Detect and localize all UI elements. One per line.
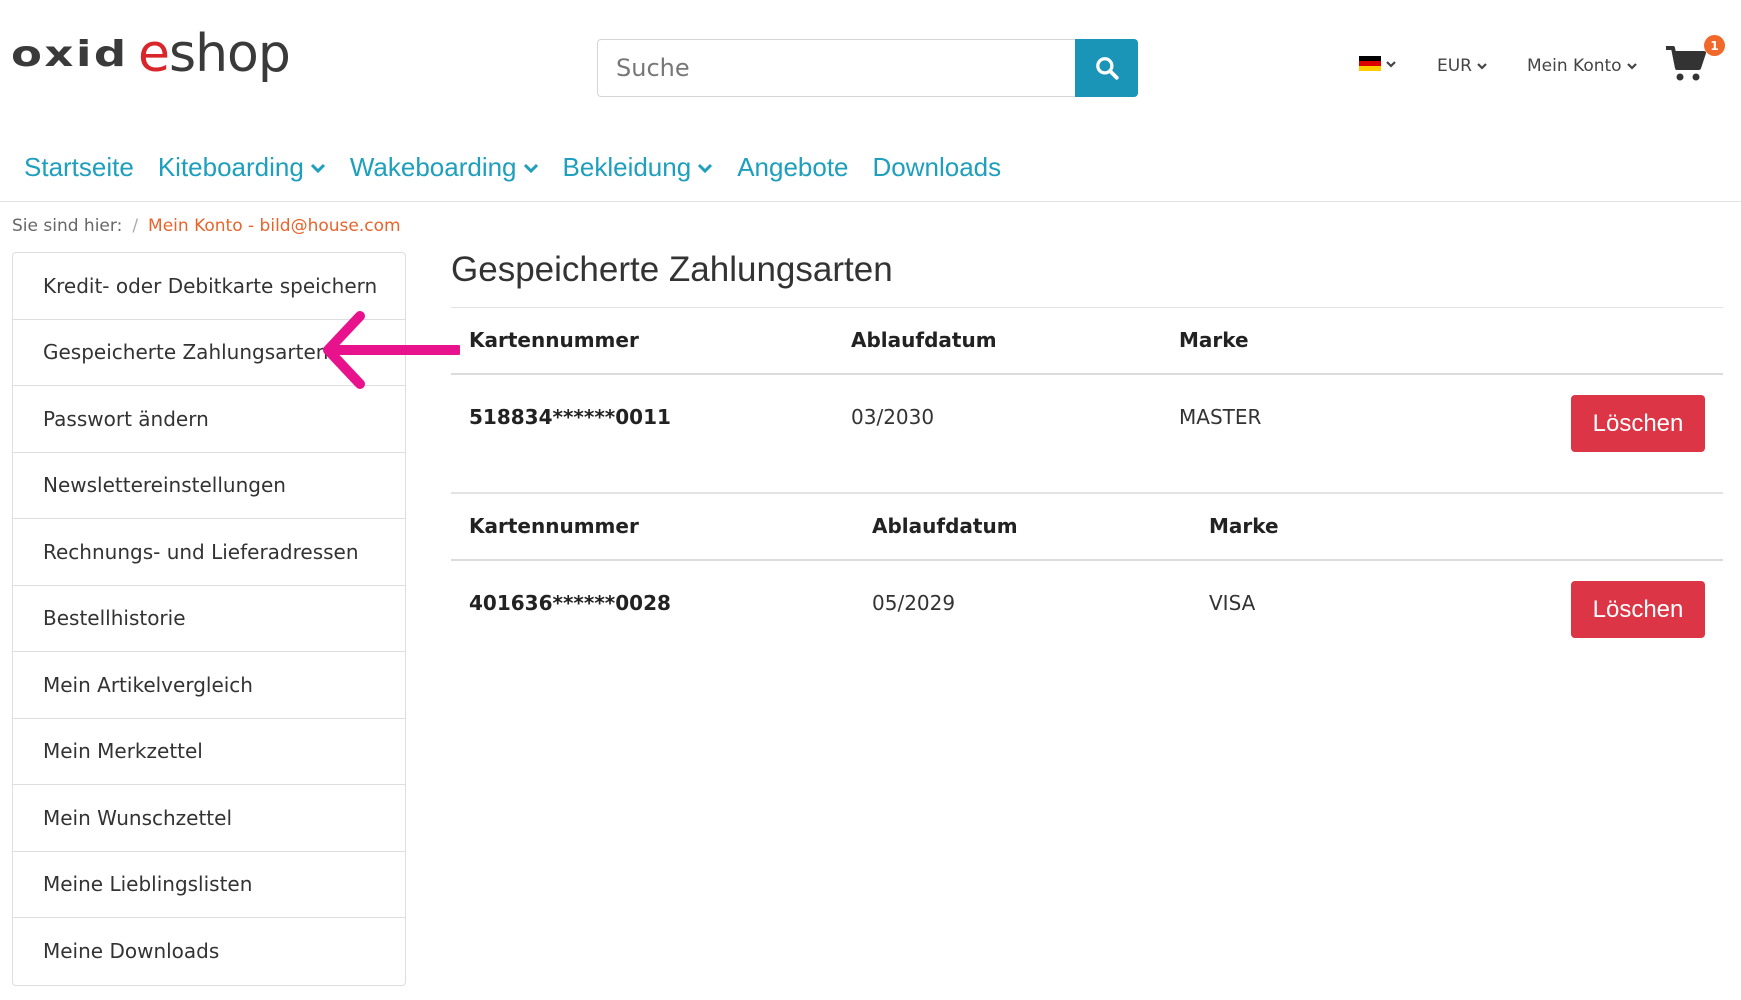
currency-selector[interactable]: EUR xyxy=(1437,56,1488,76)
sidebar-item-notice-list[interactable]: Mein Merkzettel xyxy=(13,719,405,785)
card-expiry: 05/2029 xyxy=(872,591,956,615)
chevron-down-icon xyxy=(698,163,713,173)
breadcrumb-separator: / xyxy=(132,216,139,236)
card-brand: VISA xyxy=(1209,591,1256,615)
logo-eshop-text: eshop xyxy=(138,24,291,84)
chevron-down-icon xyxy=(1626,63,1637,70)
column-header-brand: Marke xyxy=(1209,514,1279,538)
card-brand: MASTER xyxy=(1179,405,1262,429)
column-header-expiry: Ablaufdatum xyxy=(872,514,1018,538)
nav-item-label: Angebote xyxy=(737,152,849,182)
delete-card-button[interactable]: Löschen xyxy=(1571,581,1705,638)
chevron-down-icon xyxy=(1386,60,1396,68)
table-row: 401636******0028 05/2029 VISA Löschen xyxy=(451,561,1723,679)
nav-item-bekleidung[interactable]: Bekleidung xyxy=(563,152,714,183)
delete-card-button[interactable]: Löschen xyxy=(1571,395,1705,452)
card-expiry: 03/2030 xyxy=(851,405,935,429)
account-menu[interactable]: Mein Konto xyxy=(1527,56,1638,76)
table-header-row: Kartennummer Ablaufdatum Marke xyxy=(451,307,1723,375)
nav-item-label: Startseite xyxy=(24,152,134,182)
column-header-card-number: Kartennummer xyxy=(469,514,639,538)
sidebar-item-addresses[interactable]: Rechnungs- und Lieferadressen xyxy=(13,519,405,586)
annotation-arrow-icon xyxy=(323,311,460,389)
search-input[interactable] xyxy=(597,39,1075,97)
nav-item-label: Bekleidung xyxy=(562,152,692,182)
breadcrumb-label: Sie sind hier: xyxy=(12,216,123,236)
search-icon xyxy=(1095,57,1119,80)
nav-item-startseite[interactable]: Startseite xyxy=(24,152,134,183)
sidebar-item-order-history[interactable]: Bestellhistorie xyxy=(13,586,405,652)
card-number: 518834******0011 xyxy=(469,405,671,429)
breadcrumb: Sie sind hier: / Mein Konto - bild@house… xyxy=(12,216,401,236)
language-selector[interactable] xyxy=(1359,56,1397,71)
main-nav: Startseite Kiteboarding Wakeboarding Bek… xyxy=(24,152,1001,183)
cart-icon xyxy=(1666,46,1706,81)
column-header-expiry: Ablaufdatum xyxy=(851,328,997,352)
sidebar-item-newsletter[interactable]: Newslettereinstellungen xyxy=(13,453,405,519)
account-label: Mein Konto xyxy=(1527,56,1622,76)
saved-card-table: Kartennummer Ablaufdatum Marke 401636***… xyxy=(451,493,1723,679)
chevron-down-icon xyxy=(1477,63,1487,70)
search-button[interactable] xyxy=(1075,39,1138,97)
nav-item-angebote[interactable]: Angebote xyxy=(737,152,848,183)
page-title: Gespeicherte Zahlungsarten xyxy=(451,250,893,289)
sidebar-item-downloads[interactable]: Meine Downloads xyxy=(13,918,405,985)
logo-oxid-text: oxid xyxy=(11,34,129,75)
sidebar-item-compare[interactable]: Mein Artikelvergleich xyxy=(13,652,405,719)
currency-label: EUR xyxy=(1437,56,1472,76)
saved-card-table: Kartennummer Ablaufdatum Marke 518834***… xyxy=(451,307,1723,493)
de-flag-icon xyxy=(1359,56,1381,71)
shop-logo[interactable]: oxid eshop xyxy=(11,24,311,90)
chevron-down-icon xyxy=(523,163,538,173)
sidebar-item-wish-list[interactable]: Mein Wunschzettel xyxy=(13,785,405,852)
breadcrumb-current[interactable]: Mein Konto - bild@house.com xyxy=(148,216,401,236)
nav-item-kiteboarding[interactable]: Kiteboarding xyxy=(158,152,326,183)
card-number: 401636******0028 xyxy=(469,591,671,615)
search-bar xyxy=(597,39,1138,97)
sidebar-item-change-password[interactable]: Passwort ändern xyxy=(13,386,405,453)
nav-item-label: Kiteboarding xyxy=(157,152,304,182)
nav-item-wakeboarding[interactable]: Wakeboarding xyxy=(350,152,539,183)
table-row: 518834******0011 03/2030 MASTER Löschen xyxy=(451,375,1723,493)
chevron-down-icon xyxy=(310,163,325,173)
nav-divider xyxy=(0,201,1741,202)
column-header-brand: Marke xyxy=(1179,328,1249,352)
nav-item-label: Wakeboarding xyxy=(349,152,517,182)
nav-item-label: Downloads xyxy=(872,152,1002,182)
nav-item-downloads[interactable]: Downloads xyxy=(873,152,1002,183)
sidebar-item-favorite-lists[interactable]: Meine Lieblingslisten xyxy=(13,852,405,918)
column-header-card-number: Kartennummer xyxy=(469,328,639,352)
cart-count-badge: 1 xyxy=(1704,35,1725,56)
table-header-row: Kartennummer Ablaufdatum Marke xyxy=(451,493,1723,561)
